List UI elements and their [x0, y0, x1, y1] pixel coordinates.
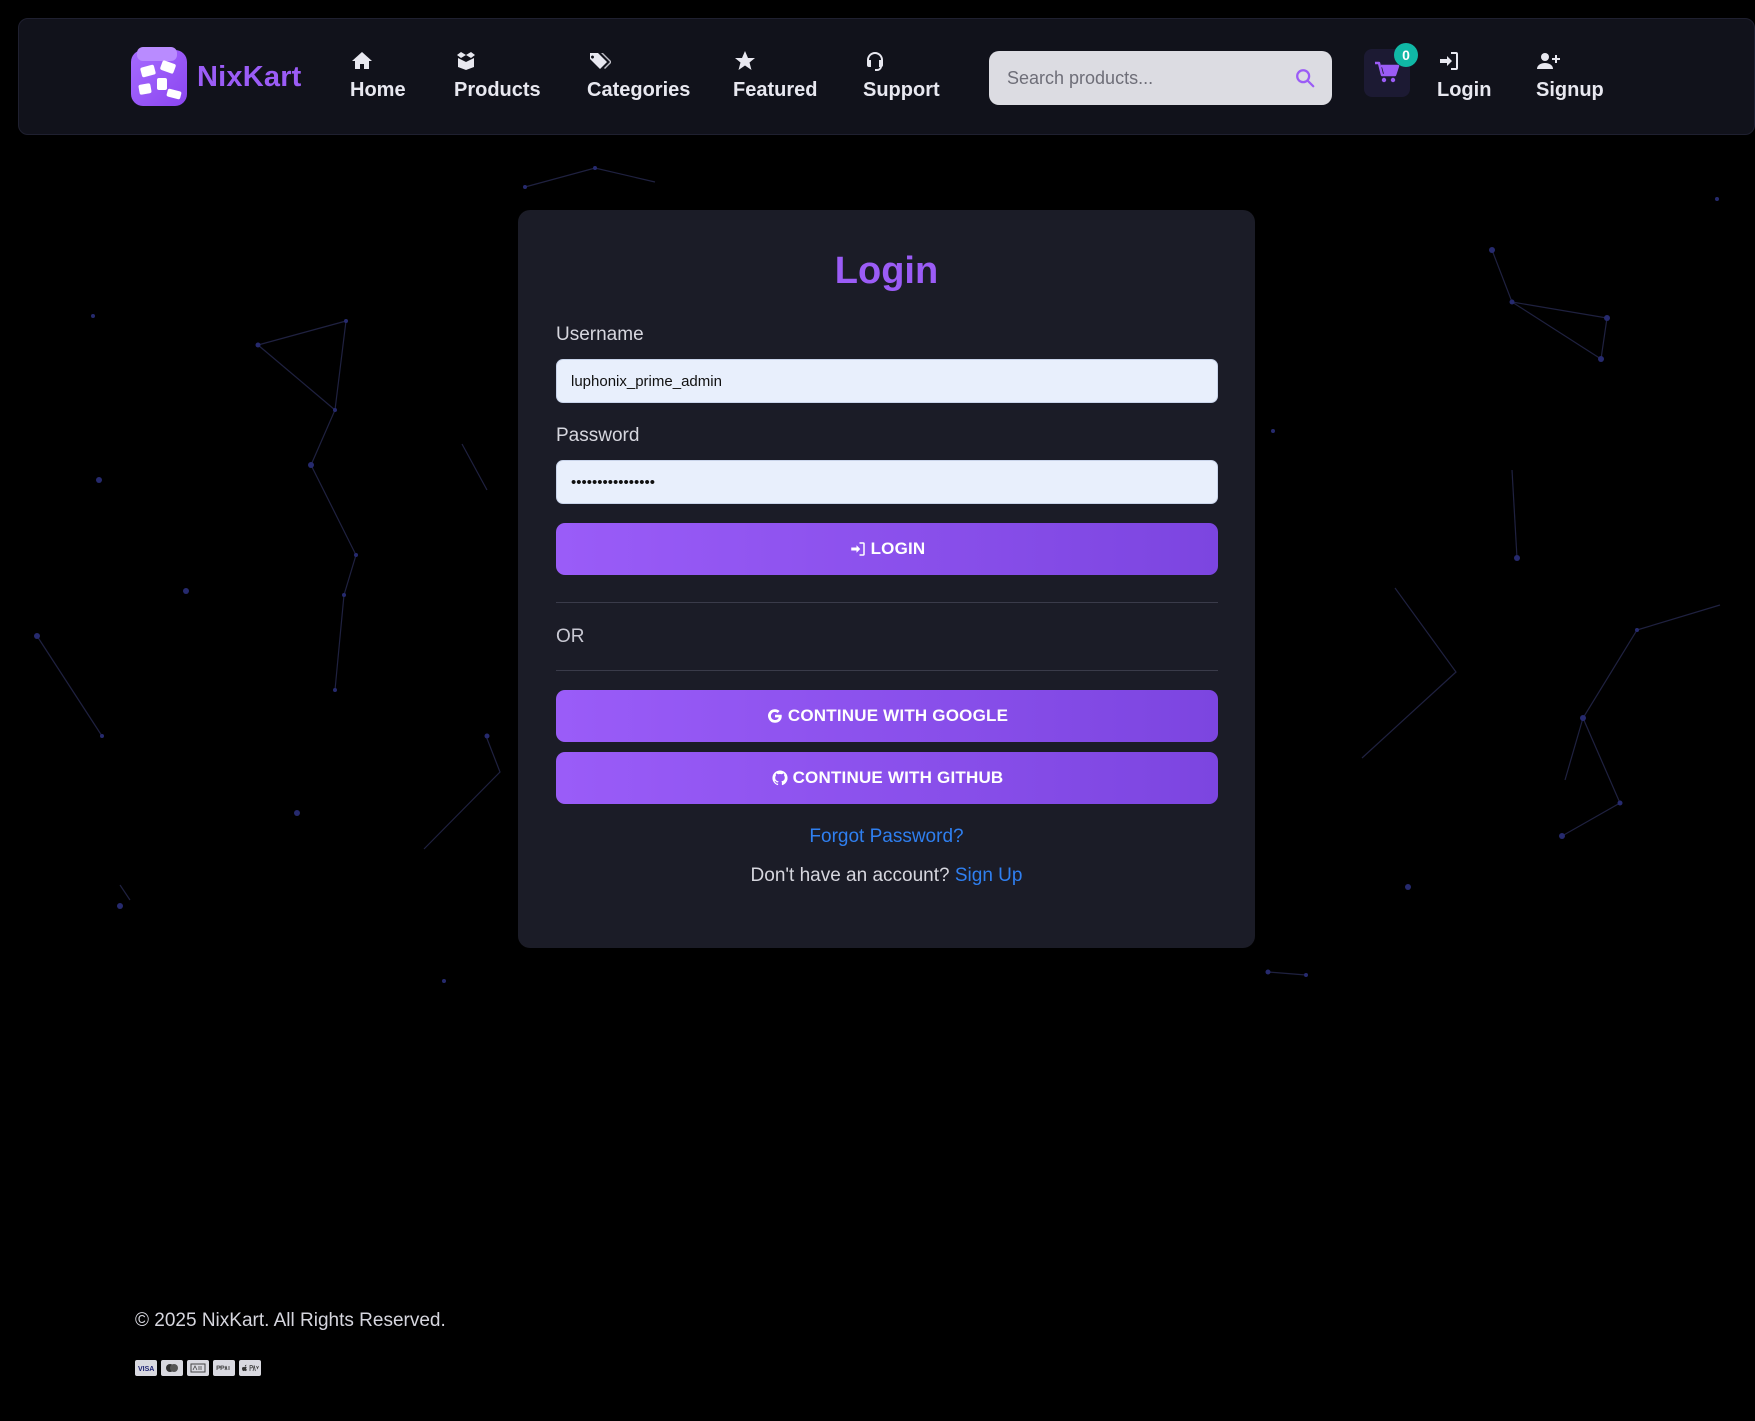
- nav-item-support[interactable]: Support: [863, 49, 940, 119]
- or-separator: OR: [556, 626, 585, 647]
- login-button[interactable]: LOGIN: [556, 523, 1218, 575]
- brand-link[interactable]: NixKart: [127, 43, 302, 111]
- forgot-password-link[interactable]: Forgot Password?: [518, 826, 1255, 848]
- tags-icon: [590, 53, 611, 69]
- google-login-label: CONTINUE WITH GOOGLE: [787, 706, 1009, 725]
- search-input[interactable]: [989, 51, 1278, 105]
- login-button-label: LOGIN: [870, 539, 926, 558]
- nav-item-home[interactable]: Home: [350, 49, 406, 119]
- user-plus-icon: [1537, 53, 1560, 69]
- nixkart-logo-icon: [131, 47, 187, 106]
- box-icon: [457, 52, 475, 70]
- nav-login-label: Login: [1437, 79, 1492, 101]
- login-card: Login Username Password LOGIN OR CONTINU…: [518, 210, 1255, 948]
- nav-item-home-label: Home: [350, 79, 406, 101]
- nav-item-products[interactable]: Products: [454, 49, 541, 119]
- password-field[interactable]: [556, 460, 1218, 504]
- divider-bottom: [556, 670, 1218, 671]
- amex-icon: [187, 1360, 209, 1376]
- payment-icons: VISA: [135, 1360, 261, 1376]
- github-icon: [772, 770, 788, 786]
- mastercard-icon: [161, 1360, 183, 1376]
- nav-item-categories-label: Categories: [587, 79, 691, 101]
- google-login-button[interactable]: CONTINUE WITH GOOGLE: [556, 690, 1218, 742]
- password-label: Password: [556, 425, 640, 446]
- cart-button[interactable]: 0: [1364, 43, 1418, 97]
- svg-text:VISA: VISA: [138, 1366, 154, 1372]
- navbar: NixKart Home Products Categories Feature…: [18, 18, 1755, 135]
- paypal-icon: [213, 1360, 235, 1376]
- page: NixKart Home Products Categories Feature…: [0, 0, 1755, 1421]
- nav-login[interactable]: Login: [1437, 49, 1491, 119]
- username-label: Username: [556, 324, 644, 345]
- search-icon: [1296, 69, 1315, 88]
- signup-prompt: Don't have an account? Sign Up: [518, 865, 1255, 887]
- search-bar: [989, 51, 1332, 105]
- nav-item-categories[interactable]: Categories: [587, 49, 690, 119]
- github-login-button[interactable]: CONTINUE WITH GITHUB: [556, 752, 1218, 804]
- nav-signup-label: Signup: [1536, 79, 1604, 101]
- brand-name: NixKart: [197, 60, 302, 93]
- username-field[interactable]: [556, 359, 1218, 403]
- search-button[interactable]: [1278, 51, 1332, 105]
- nav-item-featured[interactable]: Featured: [733, 49, 817, 119]
- nav-signup[interactable]: Signup: [1536, 49, 1604, 119]
- apple-pay-icon: [239, 1360, 261, 1376]
- star-icon: [735, 51, 755, 70]
- github-login-label: CONTINUE WITH GITHUB: [792, 768, 1004, 787]
- no-account-text: Don't have an account?: [750, 865, 950, 886]
- google-icon: [767, 709, 782, 723]
- visa-icon: VISA: [135, 1360, 157, 1376]
- cart-count-badge: 0: [1394, 43, 1418, 67]
- sign-in-icon: [1440, 52, 1458, 70]
- home-icon: [352, 52, 372, 69]
- nav-item-featured-label: Featured: [733, 79, 818, 101]
- copyright-text: © 2025 NixKart. All Rights Reserved.: [135, 1310, 446, 1331]
- sign-in-icon: [850, 542, 865, 556]
- nav-item-products-label: Products: [454, 79, 541, 101]
- nav-item-support-label: Support: [863, 79, 940, 101]
- divider-top: [556, 602, 1218, 603]
- cart-icon: [1375, 61, 1400, 83]
- signup-link[interactable]: Sign Up: [955, 865, 1023, 886]
- login-title: Login: [834, 250, 939, 292]
- headset-icon: [867, 52, 884, 72]
